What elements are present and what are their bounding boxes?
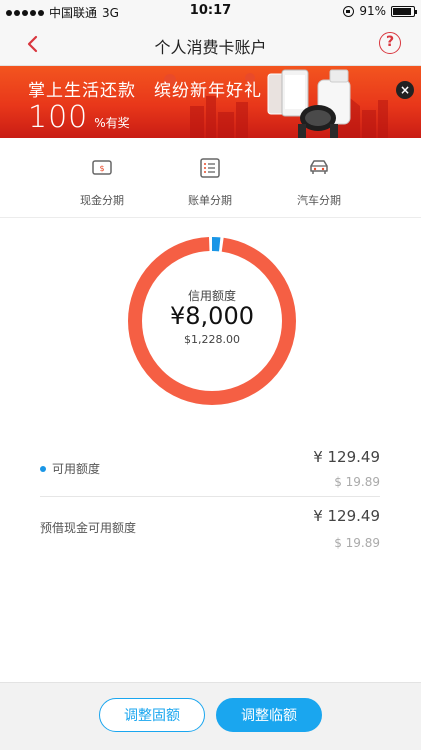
menu-item-label: 汽车分期 [297,194,341,207]
banner-headline: 掌上生活还款 缤纷新年好礼 [28,81,262,101]
banner-number: 100 [28,100,89,135]
available-credit-label: 可用额度 [40,460,100,477]
credit-limit-ring: 信用额度 ¥8,000 $1,228.00 [126,235,298,407]
menu-item-label: 账单分期 [188,194,232,207]
battery-percent: 91% [359,4,386,18]
row-divider [40,496,380,497]
battery-icon [391,5,417,17]
rotation-lock-icon [343,5,355,17]
bill-list-icon [200,158,220,178]
cash-advance-row: 预借现金可用额度 ¥ 129.49 $ 19.89 [40,506,380,551]
status-bar: 中国联通 3G 10:17 91% [0,0,421,22]
status-right: 91% [343,4,417,18]
banner-offer: 100 %有奖 [28,100,130,135]
available-credit-amount: ¥ 129.49 [313,448,380,466]
legend-dot-icon [40,465,46,472]
installment-menu: $ 现金分期 账单分期 汽车分期 [0,138,421,218]
bottom-action-bar: 调整固额 调整临额 [0,682,421,750]
adjust-fixed-limit-button[interactable]: 调整固额 [99,698,205,732]
page-title: 个人消费卡账户 [154,38,267,57]
cash-advance-usd: $ 19.89 [334,536,380,550]
menu-item-bill-installment[interactable]: 账单分期 [165,152,255,208]
available-credit-usd: $ 19.89 [334,475,380,489]
ring-center: 信用额度 ¥8,000 $1,228.00 [126,235,298,407]
available-credit-row: 可用额度 ¥ 129.49 $ 19.89 [40,447,380,492]
car-icon [310,160,328,174]
nav-bar: 个人消费卡账户 ? [0,22,421,66]
banner-suffix: %有奖 [94,116,130,130]
cash-advance-amount: ¥ 129.49 [313,507,380,525]
promo-banner[interactable]: 掌上生活还款 缤纷新年好礼 100 %有奖 × [0,66,421,138]
cash-advance-label: 预借现金可用额度 [40,521,137,535]
cash-icon: $ [92,160,112,175]
close-icon[interactable]: × [396,81,414,99]
watch-image [298,105,338,138]
menu-item-cash-installment[interactable]: $ 现金分期 [57,152,147,208]
adjust-temp-limit-button[interactable]: 调整临额 [216,698,322,732]
credit-limit-usd: $1,228.00 [184,333,240,346]
question-circle-icon[interactable]: ? [379,32,401,54]
menu-item-label: 现金分期 [80,194,124,207]
phone-image [267,69,309,117]
menu-item-car-installment[interactable]: 汽车分期 [274,152,364,208]
svg-text:$: $ [99,164,104,173]
row-label-text: 可用额度 [52,462,101,476]
credit-limit-amount: ¥8,000 [170,302,254,330]
